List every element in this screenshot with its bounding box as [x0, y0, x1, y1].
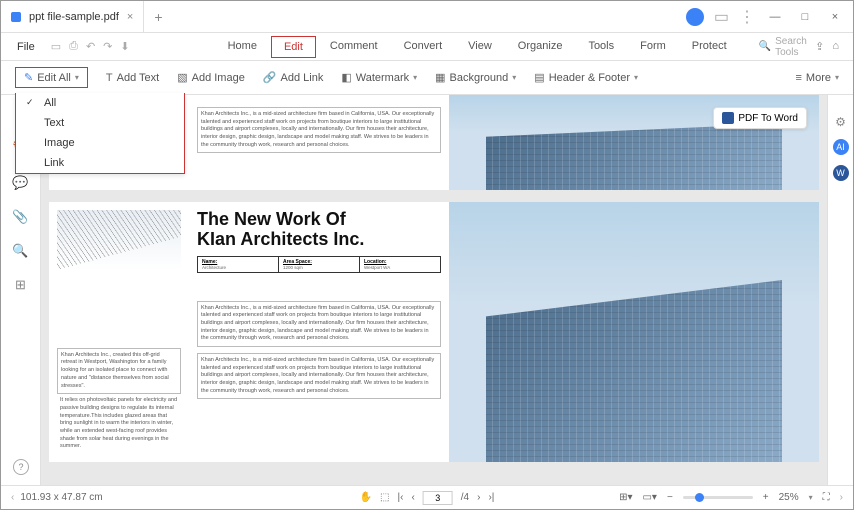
add-tab-button[interactable]: +: [144, 9, 172, 25]
watermark-icon: ◧: [341, 71, 351, 84]
minimize-button[interactable]: —: [765, 7, 785, 27]
info-table[interactable]: Name:Architecture Area Space:1200 sqm Lo…: [197, 256, 441, 273]
prev-page-icon[interactable]: ‹: [411, 492, 414, 503]
redo-icon[interactable]: ↷: [103, 40, 112, 53]
background-icon: ▦: [435, 71, 445, 84]
first-page-icon[interactable]: |‹: [398, 492, 404, 503]
edit-toolbar: ✎ Edit All ▾ All Text Image Link TAdd Te…: [1, 61, 853, 95]
scroll-left-icon[interactable]: ‹: [11, 492, 14, 503]
background-button[interactable]: ▦Background▾: [435, 71, 516, 84]
tab-view[interactable]: View: [456, 36, 504, 58]
watermark-button[interactable]: ◧Watermark▾: [341, 71, 417, 84]
hand-tool-icon[interactable]: ✋: [360, 492, 372, 503]
page-input[interactable]: [423, 491, 453, 505]
header-footer-button[interactable]: ▤Header & Footer▾: [534, 71, 638, 84]
add-text-button[interactable]: TAdd Text: [106, 72, 159, 84]
chat-icon[interactable]: ▭: [714, 7, 729, 27]
next-page-icon[interactable]: ›: [477, 492, 480, 503]
search-panel-icon[interactable]: 🔍: [12, 243, 28, 259]
document-tab[interactable]: ppt file-sample.pdf ×: [1, 1, 144, 32]
tab-edit[interactable]: Edit: [271, 36, 316, 58]
pdf-icon: [11, 12, 21, 22]
settings-icon[interactable]: ⚙: [835, 115, 846, 129]
tab-title: ppt file-sample.pdf: [29, 11, 119, 23]
close-tab-icon[interactable]: ×: [127, 11, 133, 23]
text-block[interactable]: It relies on photovoltaic panels for ele…: [57, 394, 181, 454]
undo-icon[interactable]: ↶: [86, 40, 95, 53]
scroll-right-icon[interactable]: ›: [840, 492, 843, 503]
close-window-button[interactable]: ×: [825, 7, 845, 27]
tab-tools[interactable]: Tools: [576, 36, 626, 58]
page-row-main: Khan Architects Inc., created this off-g…: [49, 202, 819, 462]
chevron-down-icon: ▾: [75, 73, 79, 82]
cloud-icon[interactable]: ⌂: [832, 40, 839, 53]
statusbar: ‹ 101.93 x 47.87 cm ✋ ⬚ |‹ ‹ /4 › ›| ⊞▾ …: [1, 485, 853, 509]
headline[interactable]: The New Work OfKIan Architects Inc.: [197, 210, 441, 250]
edit-all-dropdown: All Text Image Link: [15, 93, 185, 174]
word-icon: [722, 112, 734, 124]
zoom-value: 25%: [779, 492, 799, 503]
save-icon[interactable]: ⬇: [120, 40, 129, 53]
search-icon: 🔍: [759, 41, 771, 52]
ai-badge[interactable]: AI: [833, 139, 849, 155]
more-icon: ≡: [796, 72, 802, 84]
zoom-out-icon[interactable]: −: [667, 492, 673, 503]
select-tool-icon[interactable]: ⬚: [380, 492, 389, 503]
zoom-in-icon[interactable]: +: [763, 492, 769, 503]
text-block[interactable]: Khan Architects Inc., is a mid-sized arc…: [197, 353, 441, 399]
kebab-icon[interactable]: ⋮: [739, 7, 755, 27]
header-footer-icon: ▤: [534, 71, 544, 84]
comments-icon[interactable]: 💬: [12, 175, 28, 191]
fit-width-icon[interactable]: ⊞▾: [619, 492, 632, 503]
menubar: File ▭ ⎙ ↶ ↷ ⬇ Home Edit Comment Convert…: [1, 33, 853, 61]
page-total: /4: [461, 492, 469, 503]
view-mode-icon[interactable]: ▭▾: [642, 492, 656, 503]
word-badge[interactable]: W: [833, 165, 849, 181]
text-block[interactable]: Khan Architects Inc., is a mid-sized arc…: [197, 107, 441, 153]
more-button[interactable]: ≡More▾: [796, 72, 840, 84]
tab-comment[interactable]: Comment: [318, 36, 390, 58]
text-icon: T: [106, 72, 113, 84]
pdf-to-word-button[interactable]: PDF To Word: [713, 107, 807, 129]
titlebar: ppt file-sample.pdf × + ▭ ⋮ — □ ×: [1, 1, 853, 33]
dropdown-item-all[interactable]: All: [16, 93, 184, 113]
open-icon[interactable]: ▭: [51, 40, 61, 53]
last-page-icon[interactable]: ›|: [488, 492, 494, 503]
add-image-button[interactable]: ▧Add Image: [177, 71, 245, 84]
tab-home[interactable]: Home: [216, 36, 269, 58]
link-icon: 🔗: [263, 71, 277, 84]
fields-icon[interactable]: ⊞: [15, 277, 26, 293]
edit-all-button[interactable]: ✎ Edit All ▾: [15, 67, 88, 88]
add-link-button[interactable]: 🔗Add Link: [263, 71, 324, 84]
tab-protect[interactable]: Protect: [680, 36, 739, 58]
help-icon[interactable]: ?: [13, 459, 29, 475]
text-block[interactable]: Khan Architects Inc., created this off-g…: [57, 348, 181, 394]
right-sidebar: ⚙ AI W: [827, 95, 853, 493]
user-avatar[interactable]: [686, 8, 704, 26]
image-icon: ▧: [177, 71, 187, 84]
roof-image[interactable]: [57, 210, 181, 270]
zoom-slider[interactable]: [683, 496, 753, 499]
attachments-icon[interactable]: 📎: [12, 209, 28, 225]
tab-convert[interactable]: Convert: [392, 36, 455, 58]
tab-form[interactable]: Form: [628, 36, 678, 58]
coords-label: 101.93 x 47.87 cm: [20, 492, 102, 503]
dropdown-item-image[interactable]: Image: [16, 133, 184, 153]
dropdown-item-text[interactable]: Text: [16, 113, 184, 133]
maximize-button[interactable]: □: [795, 7, 815, 27]
building-image[interactable]: [449, 202, 819, 462]
pen-icon: ✎: [24, 71, 33, 84]
text-block[interactable]: Khan Architects Inc., is a mid-sized arc…: [197, 301, 441, 347]
share-icon[interactable]: ⇪: [815, 40, 824, 53]
fullscreen-icon[interactable]: ⛶: [823, 492, 830, 503]
search-tools[interactable]: 🔍 Search Tools: [759, 36, 815, 58]
print-icon[interactable]: ⎙: [69, 40, 78, 53]
file-menu[interactable]: File: [7, 41, 45, 53]
dropdown-item-link[interactable]: Link: [16, 153, 184, 173]
tab-organize[interactable]: Organize: [506, 36, 575, 58]
